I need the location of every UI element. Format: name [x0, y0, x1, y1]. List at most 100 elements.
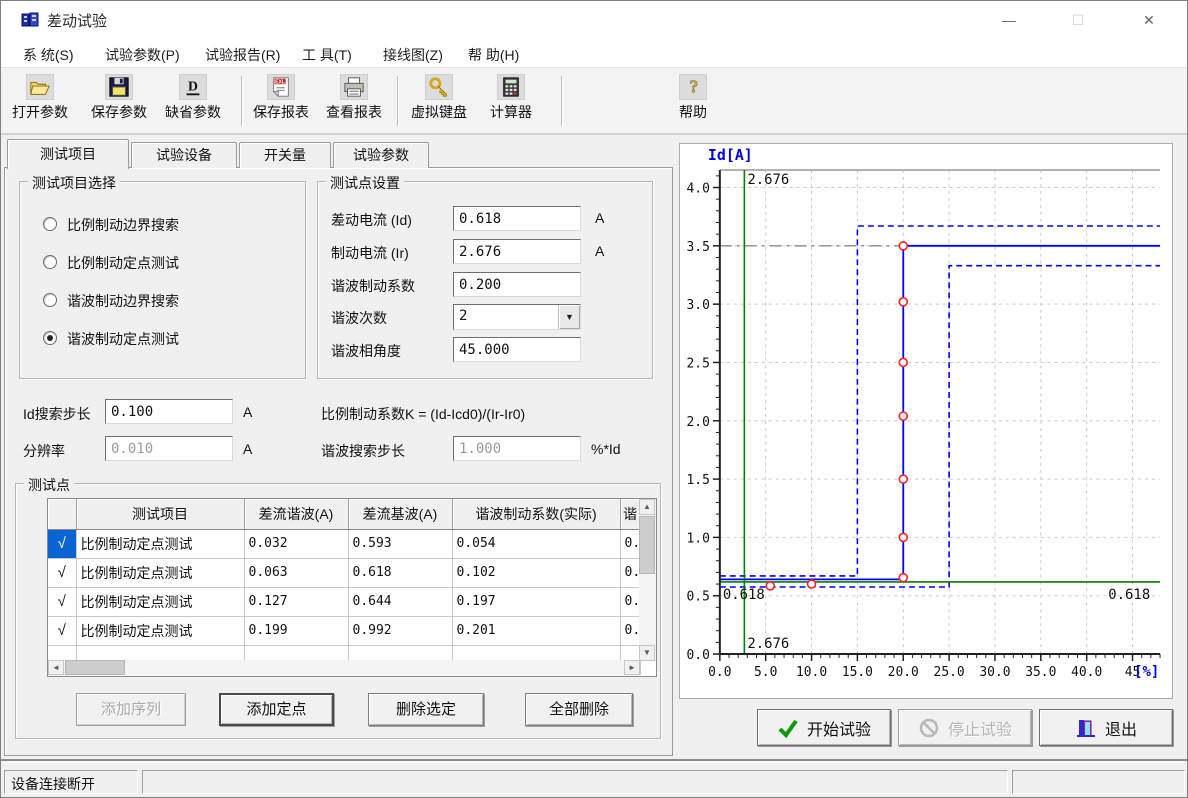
- unit-label: A: [243, 404, 252, 420]
- toolbar-label: 缺省参数: [160, 102, 226, 122]
- table-row[interactable]: √ 比例制动定点测试 0.127 0.644 0.197 0.: [48, 587, 640, 616]
- group-title: 测试点设置: [326, 173, 404, 193]
- svg-text:2.5: 2.5: [687, 356, 710, 371]
- svg-text:0.0: 0.0: [687, 648, 710, 663]
- app-icon: [21, 11, 39, 29]
- chevron-down-icon: ▼: [565, 312, 574, 322]
- table-row[interactable]: √ 比例制动定点测试 0.199 0.992 0.201 0.: [48, 616, 640, 645]
- harmonic-order-label: 谐波次数: [331, 308, 387, 328]
- status-extra: [1012, 770, 1185, 794]
- combo-dropdown-button[interactable]: ▼: [558, 305, 580, 329]
- vertical-scroll-thumb[interactable]: [639, 516, 655, 574]
- toolbar-label: 打开参数: [7, 102, 73, 122]
- close-button[interactable]: ✕: [1126, 1, 1172, 39]
- menubar: 系 统(S) 试验参数(P) 试验报告(R) 工 具(T) 接线图(Z) 帮 助…: [1, 39, 1187, 67]
- scroll-right-icon[interactable]: ►: [624, 660, 640, 675]
- svg-text:0.0: 0.0: [708, 665, 731, 680]
- maximize-button[interactable]: ☐: [1055, 1, 1101, 39]
- row-check-icon[interactable]: √: [48, 616, 76, 645]
- svg-text:10.0: 10.0: [796, 665, 827, 680]
- svg-text:35.0: 35.0: [1025, 665, 1056, 680]
- menu-test-report[interactable]: 试验报告(R): [201, 43, 284, 67]
- toolbar-label: 虚拟键盘: [406, 102, 472, 122]
- row-check-icon[interactable]: √: [48, 558, 76, 587]
- harmonic-order-select[interactable]: 2 ▼: [453, 304, 581, 330]
- unit-label: A: [595, 243, 604, 259]
- minimize-button[interactable]: —: [986, 1, 1032, 39]
- svg-text:2.676: 2.676: [747, 172, 789, 188]
- radio-icon-checked: [43, 331, 57, 345]
- menu-help[interactable]: 帮 助(H): [464, 43, 523, 67]
- start-test-button[interactable]: 开始试验: [757, 709, 891, 746]
- menu-test-params[interactable]: 试验参数(P): [101, 43, 184, 67]
- harmonic-restraint-coeff-input[interactable]: [453, 272, 581, 297]
- add-fixed-point-button[interactable]: 添加定点: [219, 693, 334, 726]
- toolbar-label: 保存参数: [86, 102, 152, 122]
- table-vertical-scrollbar[interactable]: ▲ ▼: [639, 499, 656, 661]
- differential-current-label: 差动电流 (Id): [331, 210, 412, 230]
- test-points-table: 测试项目 差流谐波(A) 差流基波(A) 谐波制动系数(实际) 谐 √ 比例制动…: [47, 498, 657, 677]
- harmonic-restraint-coeff-label: 谐波制动系数: [331, 276, 415, 296]
- svg-text:0.618: 0.618: [1108, 587, 1150, 603]
- chart-panel: 0.05.010.015.020.025.030.035.040.0450.00…: [679, 143, 1173, 699]
- toolbar-view-report-button[interactable]: 查看报表: [321, 72, 387, 130]
- svg-text:Id[A]: Id[A]: [708, 146, 753, 164]
- status-connection: 设备连接断开: [4, 770, 138, 794]
- toolbar-label: 保存报表: [248, 102, 314, 122]
- toolbar-save-params-button[interactable]: 保存参数: [86, 72, 152, 130]
- default-d-icon: D: [179, 74, 207, 100]
- scroll-left-icon[interactable]: ◄: [48, 660, 64, 675]
- scroll-up-icon[interactable]: ▲: [639, 499, 655, 515]
- toolbar-save-report-button[interactable]: EXL 保存报表: [248, 72, 314, 130]
- table-row[interactable]: √ 比例制动定点测试 0.032 0.593 0.054 0.: [48, 529, 640, 558]
- toolbar-label: 帮助: [665, 102, 721, 122]
- differential-current-input[interactable]: [453, 206, 581, 231]
- tab-test-items[interactable]: 测试项目: [7, 139, 129, 169]
- toolbar: 打开参数 保存参数 D 缺省参数 EXL: [1, 67, 1187, 135]
- help-question-icon: ?: [679, 74, 707, 100]
- save-floppy-icon: [105, 74, 133, 100]
- toolbar-label: 查看报表: [321, 102, 387, 122]
- svg-text:30.0: 30.0: [979, 665, 1010, 680]
- svg-text:D: D: [188, 79, 198, 94]
- svg-text:4.0: 4.0: [687, 181, 710, 196]
- tab-test-params[interactable]: 试验参数: [333, 142, 429, 168]
- menu-system[interactable]: 系 统(S): [19, 43, 78, 67]
- harmonic-phase-angle-input[interactable]: [453, 337, 581, 362]
- toolbar-virtual-keyboard-button[interactable]: 虚拟键盘: [406, 72, 472, 130]
- app-window: 差动试验 — ☐ ✕ 系 统(S) 试验参数(P) 试验报告(R) 工 具(T)…: [0, 0, 1188, 798]
- row-check-icon[interactable]: √: [48, 529, 76, 558]
- toolbar-calculator-button[interactable]: 计算器: [483, 72, 539, 130]
- table-row[interactable]: √ 比例制动定点测试 0.063 0.618 0.102 0.: [48, 558, 640, 587]
- toolbar-open-params-button[interactable]: 打开参数: [7, 72, 73, 130]
- svg-text:3.5: 3.5: [687, 240, 710, 255]
- menu-tools[interactable]: 工 具(T): [298, 43, 356, 67]
- tab-test-device[interactable]: 试验设备: [131, 142, 237, 168]
- svg-text:3.0: 3.0: [687, 298, 710, 313]
- delete-selected-button[interactable]: 删除选定: [368, 693, 484, 726]
- radio-icon: [43, 217, 57, 231]
- row-check-icon[interactable]: √: [48, 587, 76, 616]
- resolution-input: [105, 436, 233, 461]
- toolbar-help-button[interactable]: ? 帮助: [665, 72, 721, 130]
- tab-switch-quantity[interactable]: 开关量: [239, 142, 331, 168]
- test-item-select-group: 测试项目选择: [19, 181, 306, 379]
- toolbar-separator: [241, 76, 242, 126]
- table-horizontal-scrollbar[interactable]: ◄ ►: [48, 660, 640, 676]
- id-step-input[interactable]: [105, 399, 233, 424]
- check-icon: [777, 717, 799, 739]
- svg-text:25.0: 25.0: [934, 665, 965, 680]
- statusbar: 设备连接断开: [1, 763, 1187, 798]
- unit-label: A: [595, 210, 604, 226]
- restraint-current-input[interactable]: [453, 239, 581, 264]
- toolbar-default-params-button[interactable]: D 缺省参数: [160, 72, 226, 130]
- horizontal-scroll-thumb[interactable]: [65, 660, 125, 675]
- menu-wiring-diagram[interactable]: 接线图(Z): [379, 43, 447, 67]
- exit-door-icon: [1075, 717, 1097, 739]
- scroll-down-icon[interactable]: ▼: [639, 645, 655, 661]
- svg-text:5.0: 5.0: [754, 665, 777, 680]
- characteristic-chart: 0.05.010.015.020.025.030.035.040.0450.00…: [680, 144, 1172, 698]
- delete-all-button[interactable]: 全部删除: [525, 693, 633, 726]
- stop-icon: [918, 717, 940, 739]
- exit-button[interactable]: 退出: [1039, 709, 1173, 746]
